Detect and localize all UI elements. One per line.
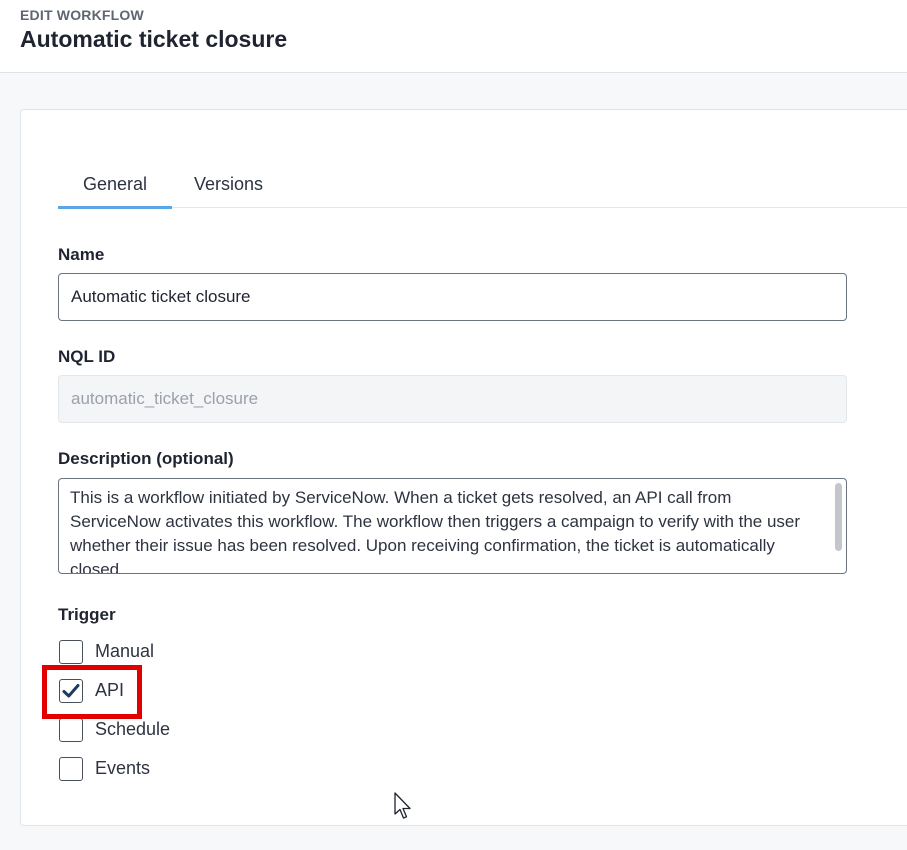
description-textarea[interactable]: This is a workflow initiated by ServiceN… [58,478,847,574]
nql-id-label: NQL ID [58,347,116,366]
tab-bar: General Versions [58,110,907,209]
tab-versions-label: Versions [194,173,264,194]
manual-label: Manual [95,641,155,661]
page-header: EDIT WORKFLOW Automatic ticket closure [0,0,907,73]
workflow-form-card: General Versions Name NQL ID Description… [20,109,907,826]
tab-general[interactable]: General [58,160,172,209]
page-title: Automatic ticket closure [20,26,288,52]
schedule-checkbox[interactable] [59,718,83,742]
events-label: Events [95,758,151,778]
description-label: Description (optional) [58,449,234,468]
active-tab-indicator [58,206,172,209]
api-highlight-box [42,665,142,719]
nql-id-input [58,375,847,423]
manual-checkbox[interactable] [59,640,83,664]
description-text: This is a workflow initiated by ServiceN… [70,488,801,574]
description-scrollbar[interactable] [835,483,842,551]
events-checkbox[interactable] [59,757,83,781]
trigger-label: Trigger [58,605,116,624]
name-input[interactable] [58,273,847,321]
tab-general-label: General [82,173,148,194]
schedule-label: Schedule [95,719,171,739]
mouse-pointer-icon [394,792,411,819]
tab-versions[interactable]: Versions [194,160,268,208]
page-kicker: EDIT WORKFLOW [20,7,144,23]
name-label: Name [58,245,105,264]
